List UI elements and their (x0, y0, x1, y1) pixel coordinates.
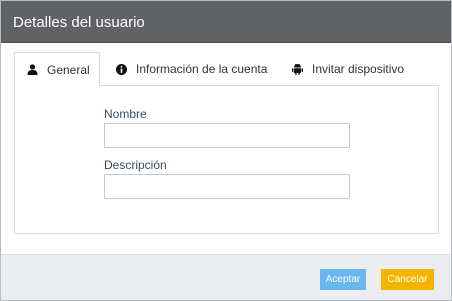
name-input[interactable] (104, 123, 350, 148)
name-label: Nombre (104, 107, 147, 121)
general-tab-panel: Nombre Descripción (14, 86, 439, 234)
tab-account-info[interactable]: Información de la cuenta (115, 52, 267, 86)
tab-account-info-label: Información de la cuenta (136, 62, 268, 76)
info-circle-icon (115, 63, 127, 75)
tab-bar: General Información de la cuenta Invitar… (14, 52, 439, 87)
tab-general-label: General (47, 62, 90, 77)
cancel-button[interactable]: Cancelar (381, 269, 434, 290)
dialog-title: Detalles del usuario (13, 14, 145, 31)
tab-invite-device[interactable]: Invitar dispositivo (291, 52, 404, 86)
tab-invite-device-label: Invitar dispositivo (312, 62, 405, 76)
user-details-dialog: Detalles del usuario General Información… (0, 0, 452, 301)
tab-general[interactable]: General (14, 52, 100, 87)
description-input[interactable] (104, 174, 350, 199)
accept-button[interactable]: Aceptar (320, 269, 366, 290)
user-icon (26, 64, 38, 76)
description-label: Descripción (104, 158, 167, 172)
dialog-header: Detalles del usuario (1, 1, 451, 43)
dialog-body: General Información de la cuenta Invitar… (1, 43, 451, 254)
dialog-footer: Aceptar Cancelar (1, 254, 451, 300)
android-icon (291, 63, 303, 75)
